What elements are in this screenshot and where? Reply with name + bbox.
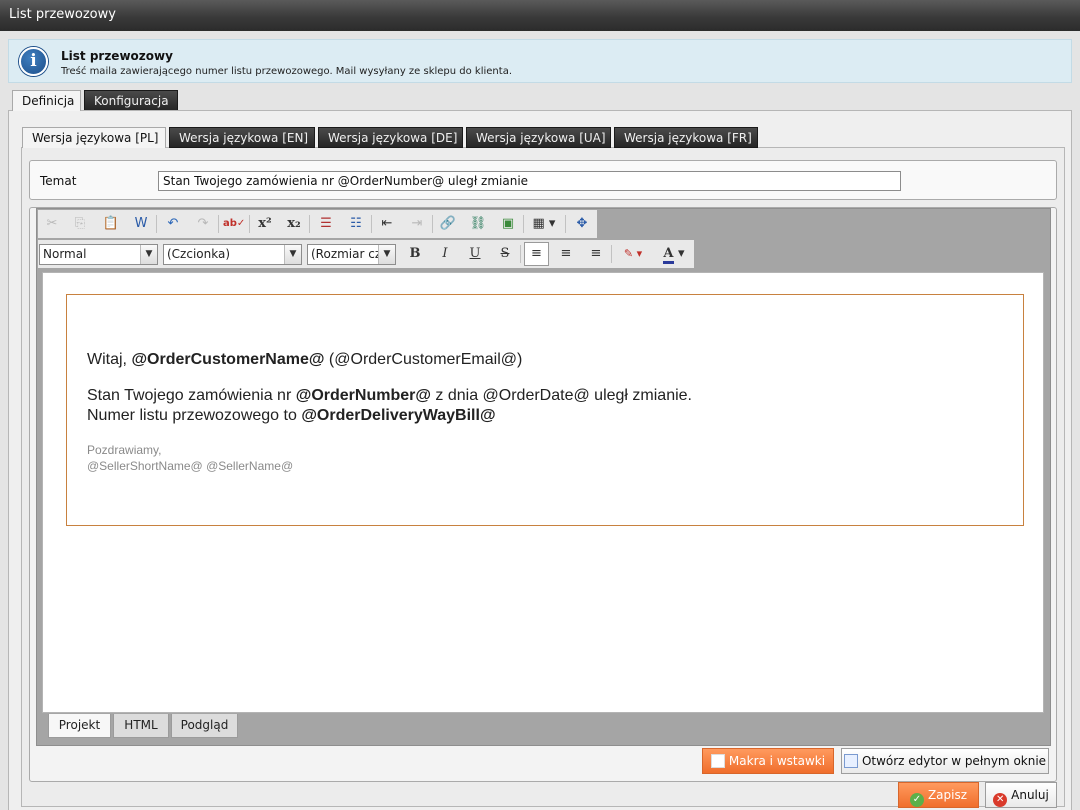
- format-select[interactable]: Normal ▼: [39, 244, 158, 265]
- tab-lang-ua[interactable]: Wersja językowa [UA]: [466, 127, 611, 148]
- tab-lang-de[interactable]: Wersja językowa [DE]: [318, 127, 463, 148]
- cut-icon[interactable]: ✂: [41, 213, 63, 235]
- subject-box: Temat: [29, 160, 1057, 200]
- align-right-icon[interactable]: ≡: [585, 243, 607, 265]
- table-icon[interactable]: ▦ ▾: [528, 213, 560, 235]
- window-title: List przewozowy: [0, 0, 1080, 31]
- edit-icon: [843, 754, 858, 768]
- indent-icon[interactable]: ⇥: [406, 213, 428, 235]
- subject-label: Temat: [40, 174, 77, 188]
- redo-icon[interactable]: ↷: [192, 213, 214, 235]
- editor-toolbar-row1: ✂ ⎘ 📋 W ↶ ↷ ab✓ x² x₂ ☰ ☷ ⇤ ⇥ 🔗 ⛓ ▣ ▦ ▾ …: [38, 210, 597, 238]
- info-icon: i: [19, 47, 48, 76]
- paste-from-word-icon[interactable]: W: [130, 213, 152, 235]
- strikethrough-icon[interactable]: S: [494, 243, 516, 265]
- mail-template[interactable]: Witaj, @OrderCustomerName@ (@OrderCustom…: [66, 294, 1024, 526]
- fullscreen-editor-button[interactable]: Otwórz edytor w pełnym oknie: [841, 748, 1049, 774]
- info-box: i List przewozowy Treść maila zawierając…: [8, 39, 1072, 83]
- tab-lang-pl[interactable]: Wersja językowa [PL]: [22, 127, 166, 148]
- highlight-color-icon[interactable]: ✎ ▾: [616, 243, 650, 265]
- document-icon: [710, 754, 725, 768]
- unlink-icon[interactable]: ⛓: [467, 213, 489, 235]
- greeting-line: Witaj, @OrderCustomerName@ (@OrderCustom…: [87, 351, 523, 368]
- outdent-icon[interactable]: ⇤: [376, 213, 398, 235]
- info-title: List przewozowy: [61, 49, 173, 63]
- tab-definicja[interactable]: Definicja: [12, 90, 81, 111]
- link-icon[interactable]: 🔗: [437, 213, 459, 235]
- underline-icon[interactable]: U: [464, 243, 486, 265]
- tab-lang-en[interactable]: Wersja językowa [EN]: [169, 127, 315, 148]
- tab-html[interactable]: HTML: [113, 714, 169, 738]
- check-icon: ✓: [909, 793, 924, 807]
- tab-lang-fr[interactable]: Wersja językowa [FR]: [614, 127, 758, 148]
- image-icon[interactable]: ▣: [497, 213, 519, 235]
- text-color-icon[interactable]: A ▾: [657, 243, 691, 265]
- italic-icon[interactable]: I: [434, 243, 456, 265]
- maximize-icon[interactable]: ✥: [571, 213, 593, 235]
- chevron-down-icon: ▼: [140, 245, 157, 264]
- bold-icon[interactable]: B: [404, 243, 426, 265]
- tab-konfiguracja[interactable]: Konfiguracja: [84, 90, 178, 111]
- copy-icon[interactable]: ⎘: [69, 213, 91, 235]
- spellcheck-icon[interactable]: ab✓: [223, 213, 245, 235]
- chevron-down-icon: ▼: [284, 245, 301, 264]
- chevron-down-icon: ▼: [378, 245, 395, 264]
- superscript-icon[interactable]: x²: [254, 213, 276, 235]
- cancel-icon: ✕: [993, 793, 1008, 807]
- undo-icon[interactable]: ↶: [162, 213, 184, 235]
- tab-podglad[interactable]: Podgląd: [171, 714, 238, 738]
- order-status-line: Stan Twojego zamówienia nr @OrderNumber@…: [87, 387, 692, 404]
- editor-toolbar-row2: Normal ▼ (Czcionka) ▼ (Rozmiar czcionki)…: [38, 240, 694, 268]
- signature-line: @SellerShortName@ @SellerName@: [87, 459, 294, 473]
- regards-line: Pozdrawiamy,: [87, 443, 162, 457]
- cancel-button[interactable]: ✕ Anuluj: [985, 782, 1057, 808]
- bulleted-list-icon[interactable]: ☷: [345, 213, 367, 235]
- font-select[interactable]: (Czcionka) ▼: [163, 244, 302, 265]
- align-center-icon[interactable]: ≡: [555, 243, 577, 265]
- subscript-icon[interactable]: x₂: [283, 213, 305, 235]
- macros-button[interactable]: Makra i wstawki: [702, 748, 834, 774]
- font-size-select[interactable]: (Rozmiar czcionki) ▼: [307, 244, 396, 265]
- save-button[interactable]: ✓ Zapisz: [898, 782, 979, 808]
- numbered-list-icon[interactable]: ☰: [315, 213, 337, 235]
- align-left-icon[interactable]: ≡: [524, 242, 549, 266]
- tab-projekt[interactable]: Projekt: [48, 714, 111, 738]
- subject-input[interactable]: [158, 171, 901, 191]
- paste-icon[interactable]: 📋: [100, 213, 122, 235]
- info-description: Treść maila zawierającego numer listu pr…: [61, 66, 513, 77]
- waybill-line: Numer listu przewozowego to @OrderDelive…: [87, 407, 496, 424]
